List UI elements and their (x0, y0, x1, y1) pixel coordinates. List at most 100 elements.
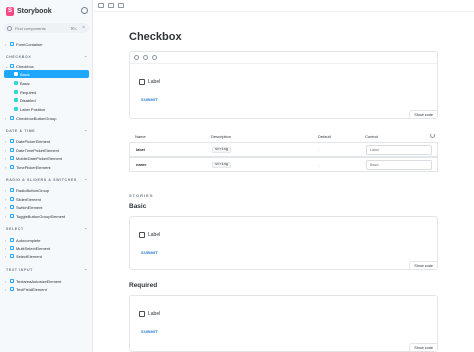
sidebar-story-disabled[interactable]: Disabled (0, 96, 92, 104)
group-chevron-icon: ⌃ (84, 177, 88, 183)
submit-button[interactable]: SUBMIT (141, 97, 158, 102)
sidebar-story-label-position[interactable]: Label Position (0, 105, 92, 113)
sidebar-item-checkboxbuttongroup[interactable]: › CheckboxButtonGroup (0, 114, 92, 122)
group-select[interactable]: SELECT ⌃ (6, 225, 88, 233)
group-date-time[interactable]: DATE & TIME ⌃ (6, 127, 88, 135)
story-preview-basic: Label SUBMIT Show code (129, 216, 438, 270)
sidebar-story-required[interactable]: Required (0, 88, 92, 96)
sidebar-item-mobiledatepickerelement[interactable]: › MobileDatePickerElement (0, 154, 92, 162)
sidebar-item-label: Checkbox (16, 63, 34, 69)
component-icon (10, 156, 14, 160)
sidebar-item-togglebuttongroupelement[interactable]: › ToggleButtonGroupElement (0, 212, 92, 220)
group-radio-sliders-switches[interactable]: RADIO & SLIDERS & SWITCHES ⌃ (6, 176, 88, 184)
story-icon (14, 90, 18, 94)
checkbox-input[interactable] (139, 79, 145, 85)
brand[interactable]: S Storybook (6, 6, 52, 16)
sidebar-item-label: DateTimePickerElement (16, 147, 59, 153)
show-code-button[interactable]: Show code (409, 110, 437, 118)
submit-button[interactable]: SUBMIT (141, 329, 158, 334)
arg-type: string (212, 147, 231, 153)
component-icon (10, 116, 14, 120)
reset-controls-icon[interactable] (430, 133, 435, 138)
settings-gear-icon[interactable] (81, 7, 88, 14)
group-chevron-icon: ⌃ (84, 54, 88, 60)
submit-button[interactable]: SUBMIT (141, 250, 158, 255)
sidebar-item-selectelement[interactable]: › SelectElement (0, 252, 92, 260)
sidebar-item-label: TextFieldElement (16, 286, 47, 292)
zoom-out-icon[interactable] (143, 55, 148, 60)
checkbox-field[interactable]: Label (139, 311, 160, 317)
group-checkbox[interactable]: CHECKBOX ⌃ (6, 53, 88, 61)
group-label: TEXT INPUT (6, 268, 33, 272)
checkbox-field[interactable]: Label (139, 79, 160, 85)
clear-search-icon[interactable]: × (82, 25, 85, 31)
sidebar-item-radiobuttongroup[interactable]: › RadioButtonGroup (0, 186, 92, 194)
component-icon (10, 165, 14, 169)
sidebar-item-label: Required (20, 89, 37, 95)
search-input[interactable] (15, 25, 75, 31)
checkbox-input[interactable] (139, 232, 145, 238)
sidebar-item-switchelement[interactable]: › SwitchElement (0, 203, 92, 211)
component-icon (10, 139, 14, 143)
expand-arrow-icon: › (5, 278, 7, 284)
group-label: CHECKBOX (6, 55, 32, 59)
zoom-reset-icon[interactable] (152, 55, 157, 60)
sidebar-item-label: ToggleButtonGroupElement (16, 213, 66, 219)
sidebar-story-basic[interactable]: Basic (0, 79, 92, 87)
sidebar-item-multiselectelement[interactable]: › MultiSelectElement (0, 244, 92, 252)
sidebar-story-basic-selected[interactable]: Basic (4, 70, 89, 78)
checkbox-label: Label (148, 232, 161, 238)
checkbox-field[interactable]: Label (139, 232, 160, 238)
arg-type: string (212, 162, 231, 168)
sidebar-item-sliderelement[interactable]: › SliderElement (0, 195, 92, 203)
component-icon (10, 148, 14, 152)
table-row: label string - (129, 142, 438, 157)
expand-arrow-icon: ⌄ (5, 63, 9, 69)
component-icon (10, 254, 14, 258)
sidebar-item-checkbox[interactable]: ⌄ Checkbox (0, 62, 92, 70)
header-description: Description (211, 134, 232, 139)
sidebar-item-datetimepickerelement[interactable]: › DateTimePickerElement (0, 146, 92, 154)
expand-arrow-icon: › (5, 155, 7, 161)
component-icon (10, 246, 14, 250)
story-icon (14, 81, 18, 85)
sidebar-item-timepickerelement[interactable]: › TimePickerElement (0, 163, 92, 171)
expand-arrow-icon: › (5, 147, 7, 153)
expand-arrow-icon: › (5, 213, 7, 219)
checkbox-label: Label (148, 311, 161, 317)
component-icon (10, 197, 14, 201)
viewport-icon[interactable] (118, 3, 124, 8)
sidebar-item-label: CheckboxButtonGroup (16, 115, 57, 121)
sidebar-item-label: SelectElement (16, 253, 42, 259)
group-text-input[interactable]: TEXT INPUT ⌃ (6, 266, 88, 274)
component-icon (10, 188, 14, 192)
background-icon[interactable] (108, 3, 114, 8)
expand-arrow-icon: › (5, 138, 7, 144)
expand-arrow-icon: › (5, 187, 7, 193)
search-icon (7, 25, 12, 31)
label-control-input[interactable] (366, 145, 432, 155)
arg-name: name (136, 162, 147, 167)
brand-text: Storybook (17, 7, 52, 15)
name-control-input[interactable] (366, 160, 432, 170)
zoom-in-icon[interactable] (134, 55, 139, 60)
sidebar-item-formcontainer[interactable]: › FormContainer (0, 40, 92, 48)
grid-icon[interactable] (98, 3, 104, 8)
sidebar-item-textfieldelement[interactable]: › TextFieldElement (0, 285, 92, 293)
expand-arrow-icon: › (5, 245, 7, 251)
sidebar-item-autocomplete[interactable]: › Autocomplete (0, 236, 92, 244)
arg-default: - (319, 162, 321, 167)
show-code-button[interactable]: Show code (409, 261, 437, 269)
search-box[interactable]: ⌘K × (4, 23, 89, 33)
sidebar-item-textareaautosizeelement[interactable]: › TextareaAutosizeElement (0, 277, 92, 285)
sidebar-item-label: TextareaAutosizeElement (16, 278, 62, 284)
checkbox-input[interactable] (139, 311, 145, 317)
sidebar-item-label: MobileDatePickerElement (16, 155, 63, 161)
story-preview-required: Label SUBMIT Show code (129, 295, 438, 352)
story-icon (14, 98, 18, 102)
component-icon (10, 214, 14, 218)
show-code-button[interactable]: Show code (409, 343, 437, 351)
sidebar-item-datepickerelement[interactable]: › DatePickerElement (0, 137, 92, 145)
expand-arrow-icon: › (5, 115, 7, 121)
expand-arrow-icon: › (5, 41, 7, 47)
